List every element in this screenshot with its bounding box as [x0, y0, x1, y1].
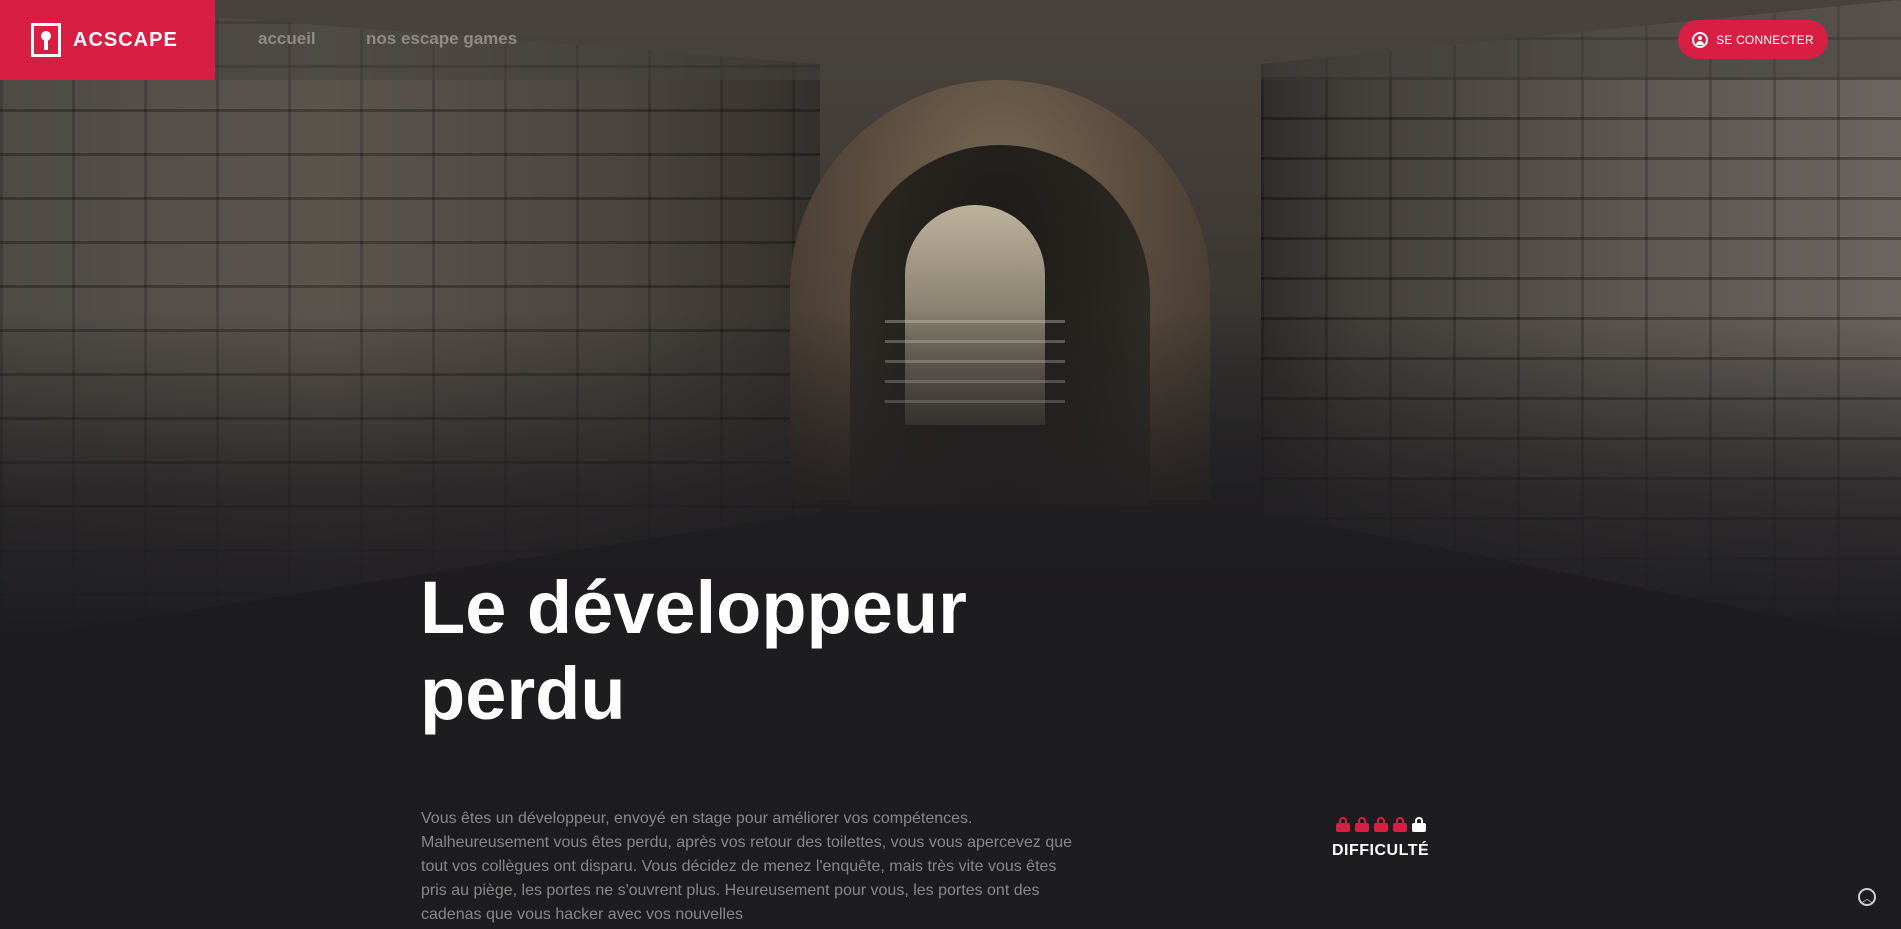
keyhole-icon: [31, 23, 61, 57]
nav-link-accueil[interactable]: accueil: [258, 29, 316, 49]
lock-icon: [1373, 817, 1388, 832]
scroll-top-button[interactable]: ︿: [1858, 888, 1876, 906]
game-description: Vous êtes un développeur, envoyé en stag…: [421, 810, 1073, 923]
nav-link-escape-games[interactable]: nos escape games: [366, 29, 517, 49]
chevron-up-icon: ︿: [1862, 893, 1872, 905]
login-button-label: SE CONNECTER: [1716, 32, 1814, 47]
game-title-line-1: Le développeur: [420, 566, 967, 649]
lock-icon: [1392, 817, 1407, 832]
game-title-line-2: perdu: [420, 652, 626, 735]
difficulty-rating: DIFFICULTÉ: [1332, 817, 1429, 860]
top-navigation: ACSCAPE accueil nos escape games SE CONN…: [0, 0, 1901, 80]
lock-icon: [1411, 817, 1426, 832]
lock-icon: [1335, 817, 1350, 832]
difficulty-locks: [1335, 817, 1426, 832]
user-circle-icon: [1692, 31, 1709, 48]
game-title: Le développeur perdu: [420, 565, 1120, 737]
login-button[interactable]: SE CONNECTER: [1678, 20, 1828, 59]
difficulty-label: DIFFICULTÉ: [1332, 842, 1430, 859]
brand-logo[interactable]: ACSCAPE: [0, 0, 215, 80]
lock-icon: [1354, 817, 1369, 832]
brand-name: ACSCAPE: [73, 28, 178, 51]
hero-background: [0, 0, 1901, 640]
